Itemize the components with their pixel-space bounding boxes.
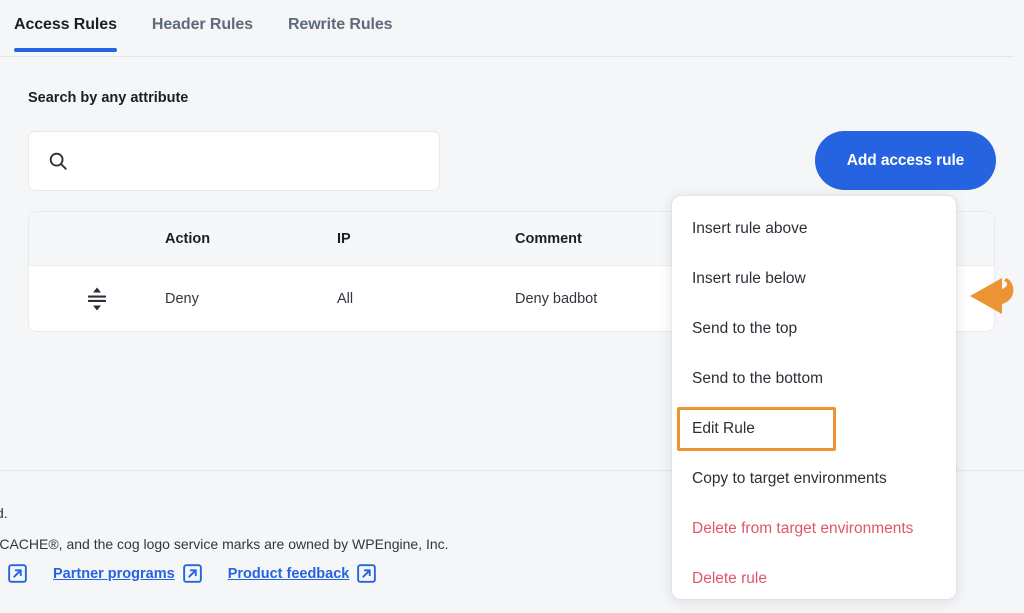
external-link-icon[interactable] (8, 564, 27, 583)
row-ip: All (337, 290, 354, 307)
row-handle-cell (29, 286, 165, 312)
menu-item-label: Edit Rule (692, 420, 755, 437)
search-icon (47, 150, 69, 172)
footer-link-product-feedback[interactable]: Product feedback (228, 564, 377, 583)
search-box[interactable] (28, 131, 440, 191)
menu-item-label: Copy to target environments (692, 470, 887, 487)
footer-text-line-2: /ERCACHE®, and the cog logo service mark… (0, 536, 449, 552)
search-label: Search by any attribute (28, 90, 189, 106)
tab-header-rules[interactable]: Header Rules (152, 16, 253, 52)
footer-text-line-1: d. (0, 505, 8, 521)
menu-item-label: Insert rule above (692, 220, 808, 237)
menu-item-edit-rule[interactable]: Edit Rule (672, 404, 956, 454)
tab-rewrite-rules-label: Rewrite Rules (287, 16, 393, 33)
table-header-action: Action (165, 230, 211, 247)
menu-item-delete-from-target-environments[interactable]: Delete from target environments (672, 504, 956, 554)
tab-header-rules-label: Header Rules (151, 16, 253, 33)
menu-item-label: Send to the bottom (692, 370, 823, 387)
tab-bar: Access Rules Header Rules Rewrite Rules (0, 0, 1014, 57)
access-rules-page: Access Rules Header Rules Rewrite Rules … (0, 0, 1024, 613)
drag-handle-icon[interactable] (86, 286, 108, 312)
menu-item-send-to-the-top[interactable]: Send to the top (672, 304, 956, 354)
add-access-rule-button[interactable]: Add access rule (815, 131, 996, 190)
menu-item-label: Delete from target environments (692, 520, 914, 537)
tab-access-rules-label: Access Rules (14, 16, 117, 33)
menu-item-label: Delete rule (692, 570, 767, 587)
table-header-ip: IP (337, 230, 351, 247)
external-link-icon (182, 564, 202, 583)
tab-list: Access Rules Header Rules Rewrite Rules (14, 16, 393, 52)
menu-item-delete-rule[interactable]: Delete rule (672, 554, 956, 604)
footer-link-partner-programs[interactable]: Partner programs (53, 564, 202, 583)
footer-link-partner-programs-label: Partner programs (53, 565, 175, 582)
search-input[interactable] (81, 152, 421, 170)
footer-link-product-feedback-label: Product feedback (227, 565, 350, 582)
menu-item-label: Send to the top (692, 320, 798, 337)
tab-access-rules[interactable]: Access Rules (14, 16, 117, 52)
menu-item-insert-rule-below[interactable]: Insert rule below (672, 254, 956, 304)
footer-links: Partner programs Product feedback (8, 564, 377, 583)
rule-context-menu: Insert rule above Insert rule below Send… (672, 196, 956, 599)
row-action: Deny (165, 290, 199, 307)
tab-rewrite-rules[interactable]: Rewrite Rules (288, 16, 393, 52)
menu-item-send-to-the-bottom[interactable]: Send to the bottom (672, 354, 956, 404)
menu-item-label: Insert rule below (692, 270, 806, 287)
external-link-icon (357, 564, 377, 583)
menu-item-insert-rule-above[interactable]: Insert rule above (672, 204, 956, 254)
menu-item-copy-to-target-environments[interactable]: Copy to target environments (672, 454, 956, 504)
